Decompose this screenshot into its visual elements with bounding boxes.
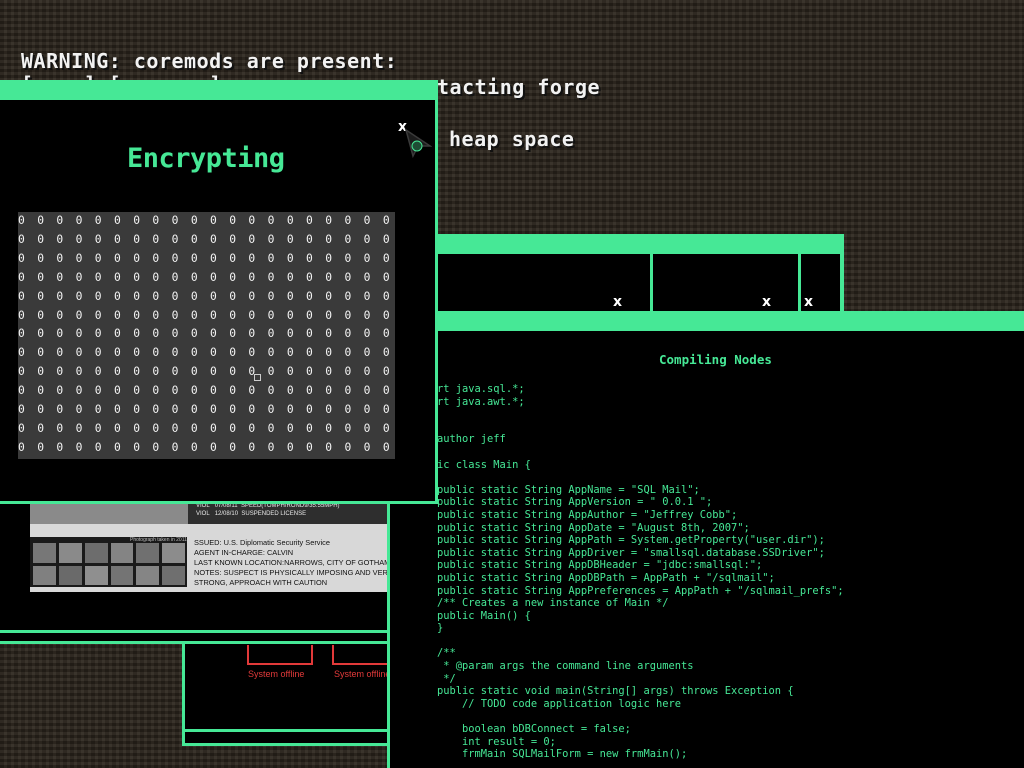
dossier-info-line: AGENT IN-CHARGE: CALVIN <box>194 548 294 557</box>
mugshot-thumbnail <box>84 543 108 563</box>
compile-window-title: Compiling Nodes <box>659 352 772 367</box>
console-line-heap: heap space <box>449 127 575 151</box>
mugshot-thumbnail <box>162 565 185 585</box>
mugshot-thumbnail <box>84 565 108 585</box>
encryption-grid: 0 0 0 0 0 0 0 0 0 0 0 0 0 0 0 0 0 0 0 0 … <box>18 212 395 459</box>
status-label-1: System offline <box>248 669 305 679</box>
tab-close-button[interactable]: x <box>613 295 622 309</box>
status-indicator-1 <box>247 645 313 665</box>
encryption-grid-digits: 0 0 0 0 0 0 0 0 0 0 0 0 0 0 0 0 0 0 0 0 … <box>18 214 393 454</box>
status-label-2: System offline <box>334 669 391 679</box>
mugshot-thumbnail <box>162 543 185 563</box>
console-warning-line: WARNING: coremods are present: <box>21 49 398 73</box>
dossier-window-rule <box>0 630 397 633</box>
grid-cursor-icon <box>254 374 261 381</box>
status-panel-divider <box>182 729 402 732</box>
dossier-info-line: STRONG, APPROACH WITH CAUTION <box>194 578 328 587</box>
mugshot-thumbnail <box>33 565 56 585</box>
mugshot-thumbnail <box>110 565 134 585</box>
mugshot-thumbnail <box>136 543 160 563</box>
tab-bar-window: x x x <box>420 234 844 314</box>
mugshot-thumbnail <box>58 565 82 585</box>
dossier-info-line: SSUED: U.S. Diplomatic Security Service <box>194 538 330 547</box>
viol-date: 12/08/10 <box>214 511 239 517</box>
dossier-info: SSUED: U.S. Diplomatic Security Service … <box>194 538 393 588</box>
mugshot-thumbnail <box>33 543 56 563</box>
tab-3[interactable]: x <box>801 254 840 311</box>
encrypt-title: Encrypting <box>127 143 285 174</box>
mugshot-thumbnail <box>110 543 134 563</box>
tab-close-button[interactable]: x <box>804 295 813 309</box>
tab-1[interactable]: x <box>420 254 650 311</box>
mouse-cursor-icon <box>404 128 433 159</box>
dossier-window: VIOL 07/08/11 SPEED(TOMPH/ROND9/35:55MPH… <box>0 490 400 644</box>
mugshot-thumbnail <box>136 565 160 585</box>
mugshot-strip: Photograph taken in 2011 <box>30 537 187 587</box>
tab-2[interactable]: x <box>653 254 798 311</box>
code-listing: rt java.sql.*; rt java.awt.*; author jef… <box>437 383 844 761</box>
console-line-forge: tacting forge <box>437 75 601 99</box>
mugshot-grid <box>33 543 185 585</box>
dossier-info-line: NOTES: SUSPECT IS PHYSICALLY IMPOSING AN… <box>194 568 393 577</box>
viol-rows: VIOL 07/08/11 SPEED(TOMPH/ROND9/35:55MPH… <box>196 502 340 518</box>
dossier-info-line: LAST KNOWN LOCATION:NARROWS, CITY OF GOT… <box>194 558 391 567</box>
mugshot-thumbnail <box>58 543 82 563</box>
tab-close-button[interactable]: x <box>762 295 771 309</box>
viol-label: VIOL <box>196 511 210 517</box>
viol-desc: SUSPENDED LICENSE <box>241 511 307 517</box>
